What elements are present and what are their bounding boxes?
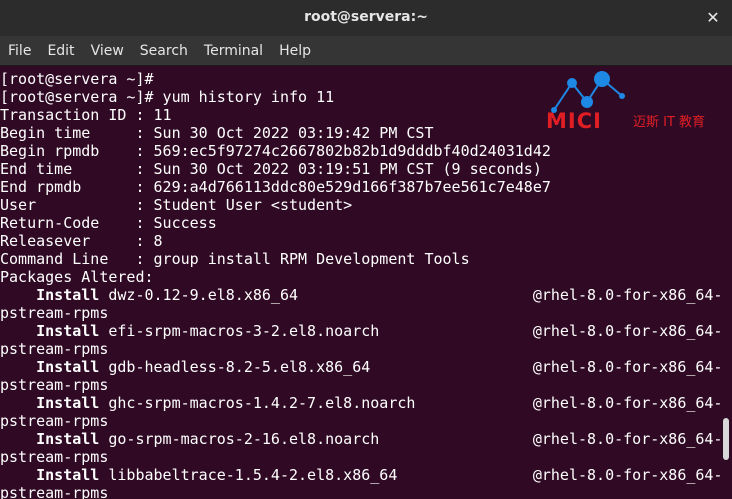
terminal-line: Install efi-srpm-macros-3-2.el8.noarch @… (0, 322, 720, 340)
line-text: pstream-rpms (0, 304, 109, 322)
line-text: [root@servera ~]# yum history info 11 (0, 88, 335, 106)
install-verb: Install (36, 286, 100, 304)
terminal-line: Releasever : 8 (0, 232, 720, 250)
terminal-line: Return-Code : Success (0, 214, 720, 232)
menu-bar: File Edit View Search Terminal Help (0, 36, 732, 66)
menu-file[interactable]: File (0, 36, 39, 66)
line-text: [root@servera ~]# (0, 70, 154, 88)
scrollbar-thumb[interactable] (723, 418, 729, 460)
line-text: Packages Altered: (0, 268, 154, 286)
install-verb: Install (36, 466, 100, 484)
line-text: Releasever : 8 (0, 232, 163, 250)
terminal-line: Install ghc-srpm-macros-1.4.2-7.el8.noar… (0, 394, 720, 412)
terminal-line: pstream-rpms (0, 448, 720, 466)
menu-edit[interactable]: Edit (39, 36, 82, 66)
watermark-subtitle: 迈斯 IT 教育 (633, 115, 706, 130)
menu-search[interactable]: Search (132, 36, 196, 66)
line-text: Transaction ID : 11 (0, 106, 172, 124)
close-icon[interactable]: ✕ (704, 8, 722, 27)
line-text: pstream-rpms (0, 340, 109, 358)
terminal-line: End rpmdb : 629:a4d766113ddc80e529d166f3… (0, 178, 720, 196)
terminal-line: pstream-rpms (0, 484, 720, 499)
line-text: efi-srpm-macros-3-2.el8.noarch @rhel-8.0… (99, 322, 720, 340)
line-text: Begin time : Sun 30 Oct 2022 03:19:42 PM… (0, 124, 434, 142)
watermark-brand: MICI (546, 109, 602, 133)
terminal-line: User : Student User <student> (0, 196, 720, 214)
line-text: gdb-headless-8.2-5.el8.x86_64 @rhel-8.0-… (99, 358, 720, 376)
line-text: pstream-rpms (0, 448, 109, 466)
terminal-scrollbar[interactable] (720, 66, 732, 499)
line-text: End rpmdb : 629:a4d766113ddc80e529d166f3… (0, 178, 551, 196)
terminal-line: pstream-rpms (0, 412, 720, 430)
terminal-line: Packages Altered: (0, 268, 720, 286)
install-verb: Install (36, 394, 100, 412)
line-text: pstream-rpms (0, 484, 109, 499)
watermark: MICI 迈斯 IT 教育 (544, 70, 720, 132)
line-text: pstream-rpms (0, 412, 109, 430)
mici-logo-icon (551, 71, 625, 113)
menu-terminal[interactable]: Terminal (196, 36, 271, 66)
line-text: Command Line : group install RPM Develop… (0, 250, 470, 268)
install-verb: Install (36, 358, 100, 376)
line-text: libbabeltrace-1.5.4-2.el8.x86_64 @rhel-8… (99, 466, 720, 484)
menu-help[interactable]: Help (271, 36, 319, 66)
line-text: ghc-srpm-macros-1.4.2-7.el8.noarch @rhel… (99, 394, 720, 412)
line-text: Return-Code : Success (0, 214, 217, 232)
line-text: Begin rpmdb : 569:ec5f97274c2667802b82b1… (0, 142, 551, 160)
terminal-line: Install dwz-0.12-9.el8.x86_64 @rhel-8.0-… (0, 286, 720, 304)
menu-view[interactable]: View (83, 36, 132, 66)
terminal-line: pstream-rpms (0, 376, 720, 394)
line-text: go-srpm-macros-2-16.el8.noarch @rhel-8.0… (99, 430, 720, 448)
terminal-line: Install gdb-headless-8.2-5.el8.x86_64 @r… (0, 358, 720, 376)
terminal-line: Install go-srpm-macros-2-16.el8.noarch @… (0, 430, 720, 448)
title-bar: root@servera:~ ✕ (0, 0, 732, 36)
terminal-window: root@servera:~ ✕ File Edit View Search T… (0, 0, 732, 499)
line-text: pstream-rpms (0, 376, 109, 394)
line-text: End time : Sun 30 Oct 2022 03:19:51 PM C… (0, 160, 542, 178)
terminal-line: Command Line : group install RPM Develop… (0, 250, 720, 268)
terminal-line: Begin rpmdb : 569:ec5f97274c2667802b82b1… (0, 142, 720, 160)
install-verb: Install (36, 322, 100, 340)
terminal-line: Install libbabeltrace-1.5.4-2.el8.x86_64… (0, 466, 720, 484)
line-text: dwz-0.12-9.el8.x86_64 @rhel-8.0-for-x86_… (99, 286, 720, 304)
window-title: root@servera:~ (304, 9, 428, 25)
terminal-line: End time : Sun 30 Oct 2022 03:19:51 PM C… (0, 160, 720, 178)
install-verb: Install (36, 430, 100, 448)
terminal-line: pstream-rpms (0, 304, 720, 322)
line-text: User : Student User <student> (0, 196, 353, 214)
terminal-line: pstream-rpms (0, 340, 720, 358)
